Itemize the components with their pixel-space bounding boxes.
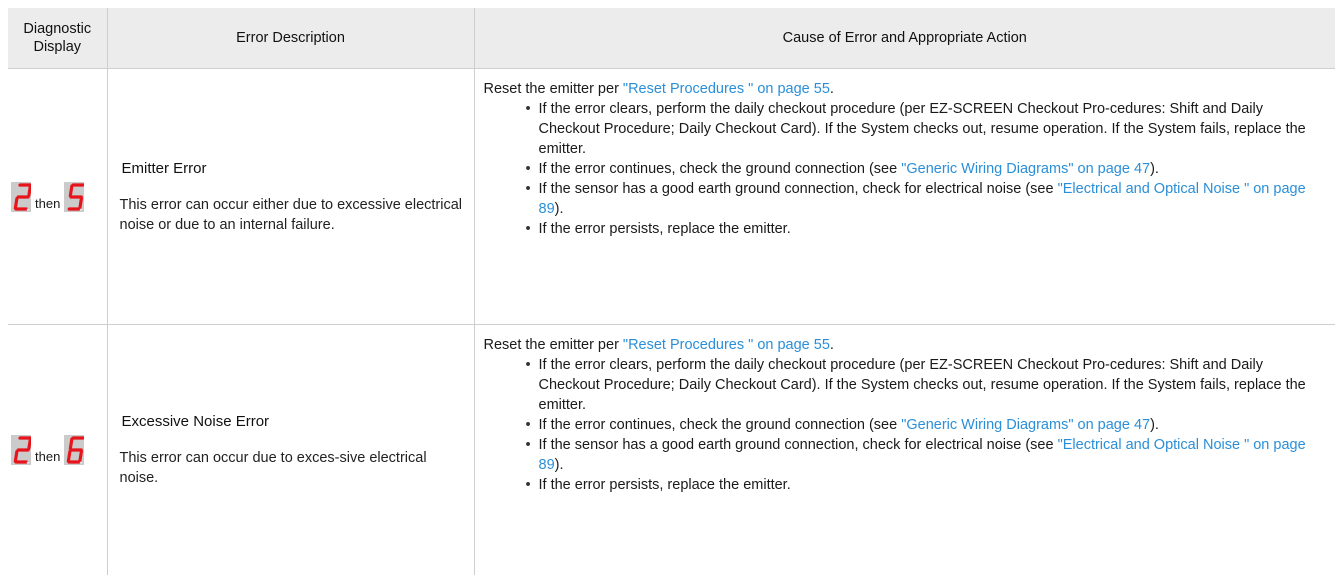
header-diagnostic-display: Diagnostic Display bbox=[8, 8, 107, 69]
error-text: This error can occur due to exces-sive e… bbox=[120, 448, 464, 488]
table-row: then Excessive Noise Error This error ca… bbox=[8, 325, 1335, 575]
bullet-text: If the error clears, perform the daily c… bbox=[539, 101, 1306, 157]
list-item: If the sensor has a good earth ground co… bbox=[526, 435, 1328, 475]
table-row: then Emitter Error This error can occur … bbox=[8, 69, 1335, 325]
cause-action-cell: Reset the emitter per "Reset Procedures … bbox=[474, 69, 1335, 325]
decimal-point bbox=[27, 462, 29, 464]
bullet-text-end: ). bbox=[1150, 417, 1159, 433]
segment-b bbox=[29, 186, 31, 196]
bullet-text-end: ). bbox=[1150, 161, 1159, 177]
then-label: then bbox=[35, 450, 60, 464]
bullet-text: If the sensor has a good earth ground co… bbox=[539, 437, 1058, 453]
bullet-text-end: ). bbox=[555, 201, 564, 217]
bullet-text: If the error continues, check the ground… bbox=[539, 417, 902, 433]
seven-segment-digit-icon bbox=[64, 182, 84, 212]
reset-prefix: Reset the emitter per bbox=[484, 81, 623, 97]
header-cause-and-action: Cause of Error and Appropriate Action bbox=[474, 8, 1335, 69]
segment-c bbox=[80, 198, 82, 208]
reset-suffix: . bbox=[830, 81, 834, 97]
reset-instruction: Reset the emitter per "Reset Procedures … bbox=[484, 79, 1328, 99]
cause-action-cell: Reset the emitter per "Reset Procedures … bbox=[474, 325, 1335, 575]
diagnostic-display-cell: then bbox=[8, 325, 107, 575]
list-item: If the sensor has a good earth ground co… bbox=[526, 179, 1328, 219]
segment-e bbox=[69, 452, 71, 462]
segment-e bbox=[15, 452, 17, 462]
reset-suffix: . bbox=[830, 337, 834, 353]
diagnostic-table: Diagnostic Display Error Description Cau… bbox=[8, 8, 1335, 575]
header-error-description: Error Description bbox=[107, 8, 474, 69]
error-description-cell: Emitter Error This error can occur eithe… bbox=[107, 69, 474, 325]
list-item: If the error clears, perform the daily c… bbox=[526, 99, 1328, 159]
decimal-point bbox=[80, 462, 82, 464]
list-item: If the error clears, perform the daily c… bbox=[526, 355, 1328, 415]
error-title: Excessive Noise Error bbox=[122, 412, 464, 432]
bullet-text: If the error persists, replace the emitt… bbox=[539, 477, 791, 493]
reset-prefix: Reset the emitter per bbox=[484, 337, 623, 353]
seven-segment-digit-icon bbox=[64, 435, 84, 465]
table-header-row: Diagnostic Display Error Description Cau… bbox=[8, 8, 1335, 69]
wiring-diagrams-link[interactable]: "Generic Wiring Diagrams" on page 47 bbox=[901, 161, 1150, 177]
bullet-text: If the error persists, replace the emitt… bbox=[539, 221, 791, 237]
reset-procedures-link[interactable]: "Reset Procedures " on page 55 bbox=[623, 81, 830, 97]
segment-c bbox=[80, 452, 82, 462]
decimal-point bbox=[80, 208, 82, 210]
decimal-point bbox=[27, 208, 29, 210]
action-list: If the error clears, perform the daily c… bbox=[484, 355, 1328, 495]
action-list: If the error clears, perform the daily c… bbox=[484, 99, 1328, 239]
segment-b bbox=[29, 439, 31, 449]
bullet-text: If the error continues, check the ground… bbox=[539, 161, 902, 177]
diagnostic-display-cell: then bbox=[8, 69, 107, 325]
bullet-text: If the sensor has a good earth ground co… bbox=[539, 181, 1058, 197]
segment-e bbox=[15, 198, 17, 208]
list-item: If the error persists, replace the emitt… bbox=[526, 475, 1328, 495]
seven-segment-digit-icon bbox=[11, 435, 31, 465]
reset-procedures-link[interactable]: "Reset Procedures " on page 55 bbox=[623, 337, 830, 353]
error-text: This error can occur either due to exces… bbox=[120, 195, 464, 235]
bullet-text-end: ). bbox=[555, 457, 564, 473]
wiring-diagrams-link[interactable]: "Generic Wiring Diagrams" on page 47 bbox=[901, 417, 1150, 433]
reset-instruction: Reset the emitter per "Reset Procedures … bbox=[484, 335, 1328, 355]
list-item: If the error persists, replace the emitt… bbox=[526, 219, 1328, 239]
seven-segment-digit-icon bbox=[11, 182, 31, 212]
error-description-cell: Excessive Noise Error This error can occ… bbox=[107, 325, 474, 575]
list-item: If the error continues, check the ground… bbox=[526, 415, 1328, 435]
segment-f bbox=[71, 439, 73, 449]
list-item: If the error continues, check the ground… bbox=[526, 159, 1328, 179]
then-label: then bbox=[35, 197, 60, 211]
segment-f bbox=[71, 186, 73, 196]
bullet-text: If the error clears, perform the daily c… bbox=[539, 357, 1306, 413]
error-title: Emitter Error bbox=[122, 159, 464, 179]
